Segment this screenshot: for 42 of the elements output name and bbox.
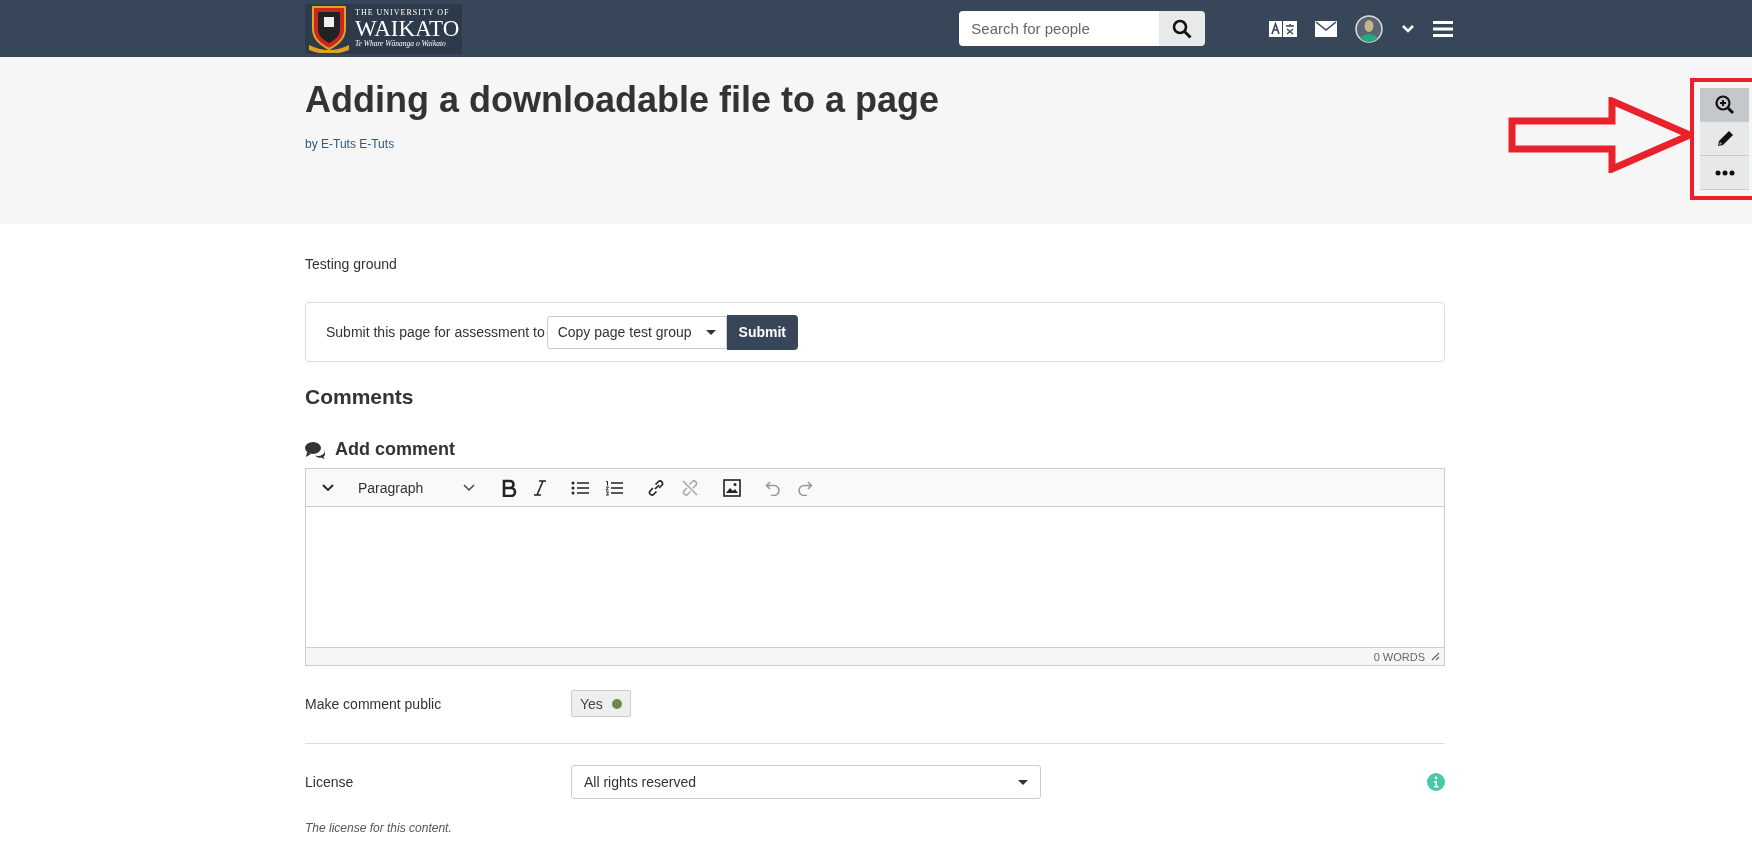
chevron-down-icon[interactable] (322, 483, 334, 492)
field-label: License (305, 774, 355, 790)
search-icon (1172, 18, 1193, 39)
logo-wordmark: WAIKATO (355, 17, 460, 41)
submit-button[interactable]: Submit (726, 314, 798, 350)
undo-icon[interactable] (765, 479, 782, 496)
group-dropdown[interactable]: Copy page test group (546, 315, 727, 349)
translate-icon[interactable] (1269, 20, 1298, 37)
mail-icon[interactable] (1315, 20, 1338, 37)
menu-icon[interactable] (1433, 19, 1454, 38)
bold-icon[interactable] (501, 478, 518, 497)
redo-icon[interactable] (797, 479, 814, 496)
chevron-down-icon (463, 483, 476, 492)
author-link[interactable]: by E-Tuts E-Tuts (305, 137, 1445, 151)
search-field[interactable]: Search for people (959, 11, 1160, 46)
comments-icon (305, 440, 325, 459)
link-icon[interactable] (647, 478, 666, 497)
submit-label: Submit this page for assessment to (326, 324, 545, 340)
avatar-icon[interactable] (1355, 14, 1384, 43)
image-icon[interactable] (723, 478, 742, 497)
logo-text: THE UNIVERSITY OF (355, 9, 451, 18)
more-icon (1714, 169, 1735, 176)
help-text: The license for this content. (305, 821, 453, 835)
resize-handle-icon[interactable] (1431, 652, 1440, 661)
page-description: Testing ground (305, 256, 398, 272)
search-button[interactable] (1159, 11, 1206, 46)
section-subheading: Add comment (335, 439, 455, 460)
bulleted-list-icon[interactable] (571, 479, 590, 496)
crest-icon (307, 4, 351, 53)
word-count: 0 WORDS (1373, 650, 1425, 663)
numbered-list-icon[interactable] (605, 479, 624, 496)
zoom-button[interactable] (1700, 88, 1749, 122)
format-dropdown[interactable]: Paragraph (358, 479, 476, 496)
public-toggle[interactable]: Yes (571, 690, 631, 717)
page-title: Adding a downloadable file to a page (305, 79, 941, 121)
section-heading: Comments (305, 385, 415, 409)
field-label: Make comment public (305, 695, 443, 712)
more-button[interactable] (1700, 156, 1749, 190)
zoom-in-icon (1714, 94, 1735, 115)
license-dropdown[interactable]: All rights reserved (571, 765, 1041, 799)
italic-icon[interactable] (533, 478, 548, 497)
edit-button[interactable] (1700, 122, 1749, 156)
